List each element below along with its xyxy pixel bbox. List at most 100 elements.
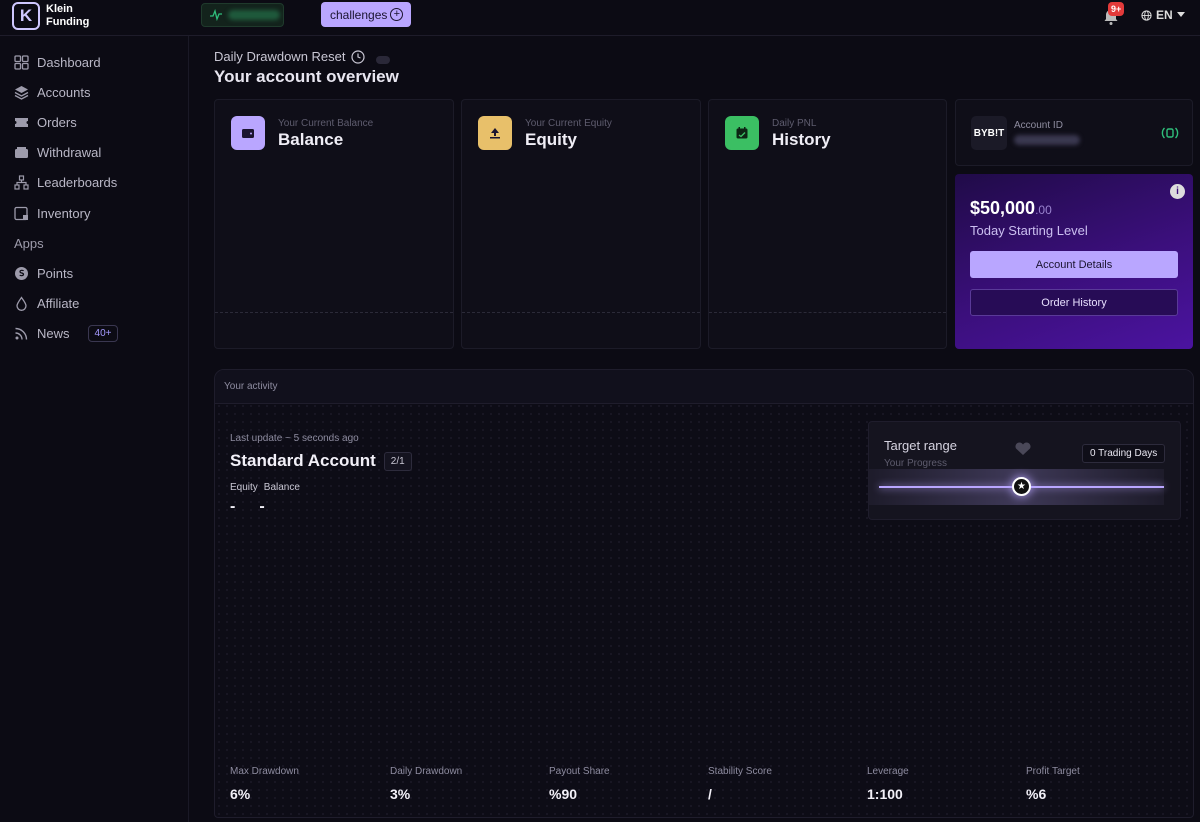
brand-line1: Klein [46, 3, 73, 15]
metric-label: Max Drawdown [230, 766, 299, 777]
sidebar-item-orders[interactable]: Orders [14, 112, 77, 132]
metric-value: 3% [390, 786, 411, 802]
equity-balance-values: - - [230, 498, 265, 516]
sidebar-item-label: Inventory [37, 205, 91, 221]
sidebar-item-points[interactable]: Points [14, 263, 73, 283]
metric-daily-drawdown: Daily Drawdown 3% [390, 766, 462, 802]
progress-track: ★ [869, 469, 1164, 505]
target-range-card: Target range Your Progress 0 Trading Day… [868, 421, 1181, 520]
heart-icon[interactable] [1014, 442, 1032, 456]
sidebar-item-withdrawal[interactable]: Withdrawal [14, 142, 101, 162]
language-selector[interactable]: EN [1141, 8, 1185, 22]
metric-value: / [708, 786, 712, 802]
challenges-button[interactable]: challenges + [321, 2, 412, 27]
top-bar: K Klein Funding challenges + 9+ EN [0, 0, 1200, 36]
starting-level-card: i $50,000.00 Today Starting Level Accoun… [955, 174, 1193, 349]
starting-level-label: Today Starting Level [970, 223, 1088, 238]
layers-icon [14, 85, 29, 100]
account-name: Standard Account 2/1 [230, 451, 412, 471]
info-icon[interactable]: i [1170, 184, 1185, 199]
bybit-logo: BYB!T [971, 116, 1007, 150]
history-subtitle: Daily PNL [772, 118, 817, 129]
history-card[interactable]: Daily PNL History [708, 99, 947, 349]
last-update: Last update ~ 5 seconds ago [230, 433, 359, 444]
metric-value: 1:100 [867, 786, 903, 802]
reset-countdown-pill [375, 55, 390, 64]
balance-card[interactable]: Your Current Balance Balance [214, 99, 454, 349]
grid-icon [14, 54, 29, 70]
sidebar-item-label: Withdrawal [37, 144, 102, 160]
balance-subtitle: Your Current Balance [278, 118, 374, 129]
sidebar-item-label: Points [37, 265, 74, 281]
metric-payout-share: Payout Share %90 [549, 766, 610, 802]
sidebar-item-label: Orders [37, 114, 77, 130]
clock-icon [350, 49, 365, 64]
upload-icon [490, 128, 500, 139]
metric-max-drawdown: Max Drawdown 6% [230, 766, 299, 802]
metric-value: 6% [230, 786, 251, 802]
drop-icon [16, 295, 27, 311]
brand[interactable]: K Klein Funding [12, 2, 89, 30]
activity-heading: Your activity [224, 381, 278, 392]
news-count-badge: 40+ [87, 324, 119, 342]
sidebar-item-label: Accounts [37, 84, 91, 100]
plus-circle-icon: + [390, 8, 404, 21]
balance-value: - [259, 498, 265, 515]
brand-name: Klein Funding [46, 3, 89, 29]
notification-badge: 9+ [1108, 2, 1125, 16]
equity-value: - [230, 498, 236, 515]
sidebar-item-accounts[interactable]: Accounts [14, 82, 90, 102]
equity-card[interactable]: Your Current Equity Equity [461, 99, 701, 349]
drawdown-reset-label: Daily Drawdown Reset [214, 49, 346, 64]
metric-leverage: Leverage 1:100 [867, 766, 909, 802]
history-title: History [772, 130, 831, 149]
progress-star-icon[interactable]: ★ [1012, 477, 1031, 496]
metric-stability-score: Stability Score / [708, 766, 772, 802]
balance-tile [231, 116, 265, 150]
chart-baseline [215, 312, 453, 313]
metric-label: Daily Drawdown [390, 766, 463, 777]
brand-line2: Funding [46, 16, 90, 28]
sidebar-item-news[interactable]: News 40+ [14, 323, 119, 343]
metric-label: Profit Target [1026, 766, 1080, 777]
sidebar-item-label: Dashboard [37, 54, 101, 70]
balance-label: Balance [263, 482, 300, 493]
hierarchy-icon [14, 174, 29, 190]
starting-amount-value: $50,000 [970, 198, 1036, 218]
page-title: Your account overview [214, 67, 399, 86]
ticket-icon [15, 117, 28, 127]
coin-icon [15, 266, 28, 280]
sidebar-item-leaderboards[interactable]: Leaderboards [14, 172, 117, 192]
blurred-account-value [228, 10, 280, 20]
account-details-button[interactable]: Account Details [970, 251, 1178, 278]
sidebar-item-inventory[interactable]: Inventory [14, 203, 90, 223]
activity-header: Your activity [215, 370, 1193, 404]
equity-tile [478, 116, 512, 150]
chevron-down-icon [1176, 12, 1185, 17]
target-range-subtitle: Your Progress [884, 458, 947, 469]
equity-subtitle: Your Current Equity [525, 118, 612, 129]
activity-panel: Your activity Last update ~ 5 seconds ag… [214, 369, 1194, 818]
globe-icon [1141, 9, 1152, 21]
sidebar-section-apps: Apps [14, 236, 44, 251]
balance-title: Balance [278, 130, 344, 149]
account-name-text: Standard Account [230, 451, 376, 470]
chart-baseline [462, 312, 700, 313]
equity-balance-labels: Equity Balance [230, 482, 300, 493]
sidebar-item-dashboard[interactable]: Dashboard [14, 52, 101, 72]
account-phase-badge: 2/1 [383, 451, 412, 471]
brand-logo-icon: K [12, 2, 40, 30]
metric-label: Stability Score [708, 766, 772, 777]
wallet-icon [242, 129, 254, 138]
equity-label: Equity [230, 482, 258, 493]
sidebar: Dashboard Accounts Orders Withdrawal Lea… [0, 36, 189, 822]
order-history-button[interactable]: Order History [970, 289, 1178, 316]
sidebar-item-affiliate[interactable]: Affiliate [14, 293, 79, 313]
metric-label: Leverage [867, 766, 909, 777]
metric-value: %90 [549, 786, 578, 802]
pulse-icon [210, 9, 222, 21]
sidebar-item-label: News [37, 325, 70, 341]
starting-amount: $50,000.00 [970, 198, 1052, 219]
broadcast-icon[interactable] [1161, 126, 1179, 140]
account-status-button[interactable] [201, 3, 284, 27]
